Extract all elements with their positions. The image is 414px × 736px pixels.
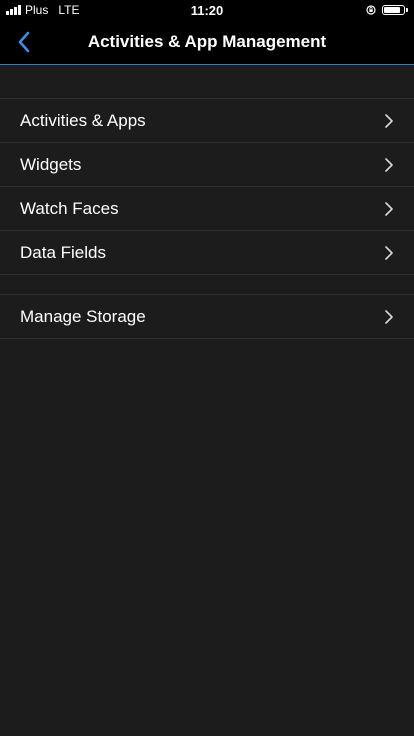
status-time: 11:20	[190, 3, 224, 18]
orientation-lock-icon	[366, 5, 376, 15]
battery-icon	[382, 5, 405, 15]
menu-group-storage: Manage Storage	[0, 294, 414, 339]
menu-item-label: Widgets	[20, 154, 82, 174]
menu-item-label: Watch Faces	[20, 198, 119, 218]
menu-group-apps: Activities & Apps Widgets Watch Faces Da…	[0, 98, 414, 275]
chevron-right-icon	[385, 157, 393, 172]
menu-item-label: Manage Storage	[20, 306, 146, 326]
menu-item-watch-faces[interactable]: Watch Faces	[0, 187, 414, 231]
chevron-right-icon	[385, 245, 393, 260]
navigation-bar: Activities & App Management	[0, 20, 414, 65]
screen: Plus LTE 11:20 Activities & App Manageme…	[0, 0, 414, 736]
menu-item-widgets[interactable]: Widgets	[0, 143, 414, 187]
status-right	[366, 3, 408, 17]
status-bar: Plus LTE 11:20	[0, 0, 414, 20]
chevron-right-icon	[385, 309, 393, 324]
chevron-right-icon	[385, 201, 393, 216]
page-title: Activities & App Management	[87, 32, 327, 51]
menu-item-manage-storage[interactable]: Manage Storage	[0, 295, 414, 339]
battery-tip	[406, 8, 408, 12]
menu-item-activities-apps[interactable]: Activities & Apps	[0, 99, 414, 143]
menu-item-label: Activities & Apps	[20, 110, 146, 130]
battery-fill	[384, 7, 401, 13]
chevron-right-icon	[385, 113, 393, 128]
menu-item-data-fields[interactable]: Data Fields	[0, 231, 414, 275]
menu-item-label: Data Fields	[20, 242, 106, 262]
